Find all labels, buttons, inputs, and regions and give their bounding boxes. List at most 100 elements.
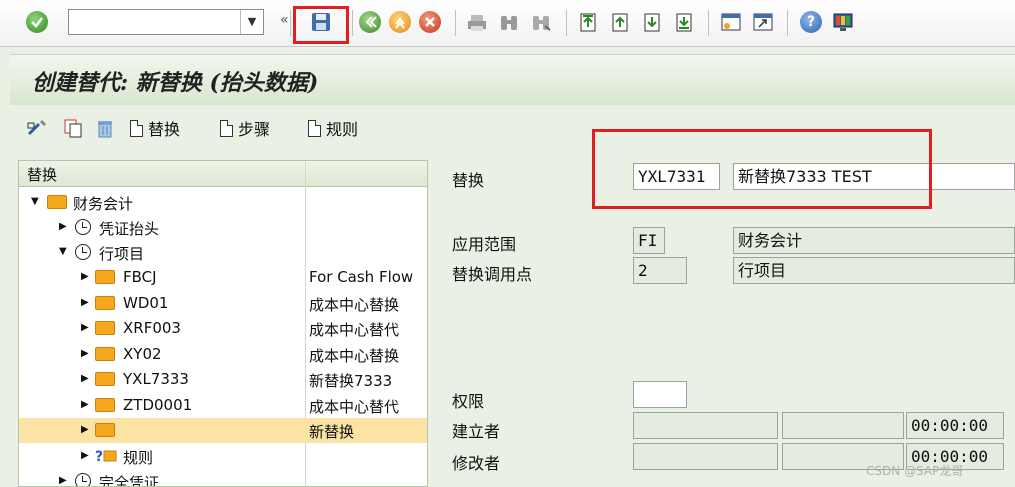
caret-right-icon[interactable]: ▶	[81, 450, 89, 461]
replacement-tree: 替换 ▼ 财务会计 ▶ 凭证抬头 ▼ 行项目 ▶ FBCJ For Cash F…	[18, 160, 428, 487]
application-area-label: 应用范围	[452, 235, 517, 254]
application-area-description-field: 财务会计	[733, 227, 1015, 254]
tree-node-yxl7333[interactable]: ▶ YXL7333 新替换7333	[19, 367, 427, 392]
folder-icon	[95, 347, 115, 361]
tree-node-ztd0001[interactable]: ▶ ZTD0001 成本中心替代	[19, 393, 427, 418]
application-area-code-field: FI	[633, 227, 665, 254]
last-page-icon[interactable]	[674, 11, 696, 33]
clock-icon	[75, 219, 91, 235]
rule-button[interactable]: 规则	[308, 116, 358, 140]
rule-button-label: 规则	[326, 120, 359, 139]
folder-icon	[95, 321, 115, 335]
tree-node-document-header[interactable]: ▶ 凭证抬头	[19, 215, 427, 240]
back-icon[interactable]	[359, 11, 381, 33]
toolbar-separator	[566, 10, 567, 36]
find-next-icon[interactable]	[530, 12, 552, 34]
caret-right-icon[interactable]: ▶	[81, 424, 89, 435]
next-page-icon[interactable]	[642, 11, 664, 33]
customize-layout-icon[interactable]	[832, 11, 854, 33]
folder-open-icon	[47, 195, 67, 209]
system-toolbar: ▼ « ?	[0, 0, 1015, 47]
changed-by-user-field	[633, 443, 778, 470]
tree-node-rules[interactable]: ▶ ? 规则	[19, 444, 427, 469]
toolbar-separator	[290, 10, 291, 36]
title-bar: 创建替代: 新替换 (抬头数据)	[10, 54, 1015, 105]
created-by-date-field	[782, 412, 904, 439]
clock-icon	[75, 244, 91, 260]
caret-right-icon[interactable]: ▶	[81, 373, 89, 384]
folder-icon	[95, 372, 115, 386]
previous-page-icon[interactable]	[610, 11, 632, 33]
tree-node-line-item[interactable]: ▼ 行项目	[19, 240, 427, 265]
caret-right-icon[interactable]: ▶	[81, 322, 89, 333]
help-icon[interactable]: ?	[800, 11, 822, 33]
replacement-highlight-box	[592, 129, 932, 209]
command-field[interactable]: ▼	[68, 9, 264, 35]
tree-node-xy02[interactable]: ▶ XY02 成本中心替换	[19, 342, 427, 367]
caret-right-icon[interactable]: ▶	[81, 399, 89, 410]
callup-point-code-field: 2	[633, 257, 687, 284]
shortcut-icon[interactable]	[752, 11, 774, 33]
collapse-command-icon[interactable]: «	[280, 12, 289, 36]
copy-icon[interactable]	[62, 116, 84, 140]
replacement-button[interactable]: 替换	[130, 116, 180, 140]
tree-node-label: 凭证抬头	[99, 220, 160, 238]
created-by-time-field: 00:00:00	[906, 412, 1004, 439]
caret-right-icon[interactable]: ▶	[81, 348, 89, 359]
authorization-field[interactable]	[633, 381, 687, 408]
chevron-down-icon[interactable]: ▼	[240, 10, 263, 34]
watermark: CSDN @SAP龙哥	[866, 464, 964, 478]
tree-node-desc: 新替换	[309, 423, 355, 441]
changed-by-label: 修改者	[452, 454, 501, 473]
tree-header-col1: 替换	[27, 166, 58, 184]
authorization-label: 权限	[452, 392, 485, 411]
delete-icon[interactable]	[94, 116, 116, 140]
toolbar-separator	[787, 10, 788, 36]
tree-node-complete-document[interactable]: ▶ 完全凭证	[19, 469, 427, 487]
callup-point-label: 替换调用点	[452, 265, 533, 284]
tree-node-label: FBCJ	[123, 268, 157, 286]
tree-node-desc: For Cash Flow	[309, 268, 414, 286]
print-icon[interactable]	[466, 12, 488, 34]
tree-node-financial-accounting[interactable]: ▼ 财务会计	[19, 190, 427, 215]
document-icon	[308, 119, 321, 137]
caret-right-icon[interactable]: ▶	[81, 297, 89, 308]
tree-node-label: 完全凭证	[99, 474, 160, 487]
tree-node-label: 规则	[123, 449, 154, 467]
created-by-label: 建立者	[452, 422, 501, 441]
caret-right-icon[interactable]: ▶	[59, 221, 67, 232]
caret-right-icon[interactable]: ▶	[59, 475, 67, 486]
enter-icon[interactable]	[26, 11, 48, 33]
caret-down-icon[interactable]: ▼	[31, 196, 39, 207]
toolbar-separator	[708, 10, 709, 36]
caret-right-icon[interactable]: ▶	[81, 271, 89, 282]
tree-node-new-replacement[interactable]: ▶ 新替换	[19, 418, 427, 443]
tree-node-fbcj[interactable]: ▶ FBCJ For Cash Flow	[19, 265, 427, 290]
clock-icon	[75, 473, 91, 486]
cancel-icon[interactable]	[419, 11, 441, 33]
folder-icon	[95, 398, 115, 412]
display-change-icon[interactable]	[26, 116, 50, 140]
tree-node-label: YXL7333	[123, 370, 189, 388]
find-icon[interactable]	[498, 12, 520, 34]
first-page-icon[interactable]	[578, 11, 600, 33]
exit-icon[interactable]	[389, 11, 411, 33]
caret-down-icon[interactable]: ▼	[59, 246, 67, 257]
tree-node-desc: 成本中心替代	[309, 398, 400, 416]
document-icon	[130, 119, 143, 137]
toolbar-separator	[352, 10, 353, 36]
step-button[interactable]: 步骤	[220, 116, 270, 140]
tree-node-wd01[interactable]: ▶ WD01 成本中心替换	[19, 291, 427, 316]
new-session-icon[interactable]	[720, 11, 742, 33]
folder-icon	[95, 270, 115, 284]
toolbar-separator	[455, 10, 456, 36]
tree-header: 替换	[19, 161, 427, 187]
tree-node-desc: 成本中心替代	[309, 321, 400, 339]
folder-icon	[95, 296, 115, 310]
rule-icon: ?	[95, 447, 117, 470]
tree-node-desc: 成本中心替换	[309, 347, 400, 365]
folder-icon	[95, 423, 115, 437]
svg-text:?: ?	[95, 449, 103, 465]
callup-point-description-field: 行项目	[733, 257, 1015, 284]
tree-node-xrf003[interactable]: ▶ XRF003 成本中心替代	[19, 316, 427, 341]
